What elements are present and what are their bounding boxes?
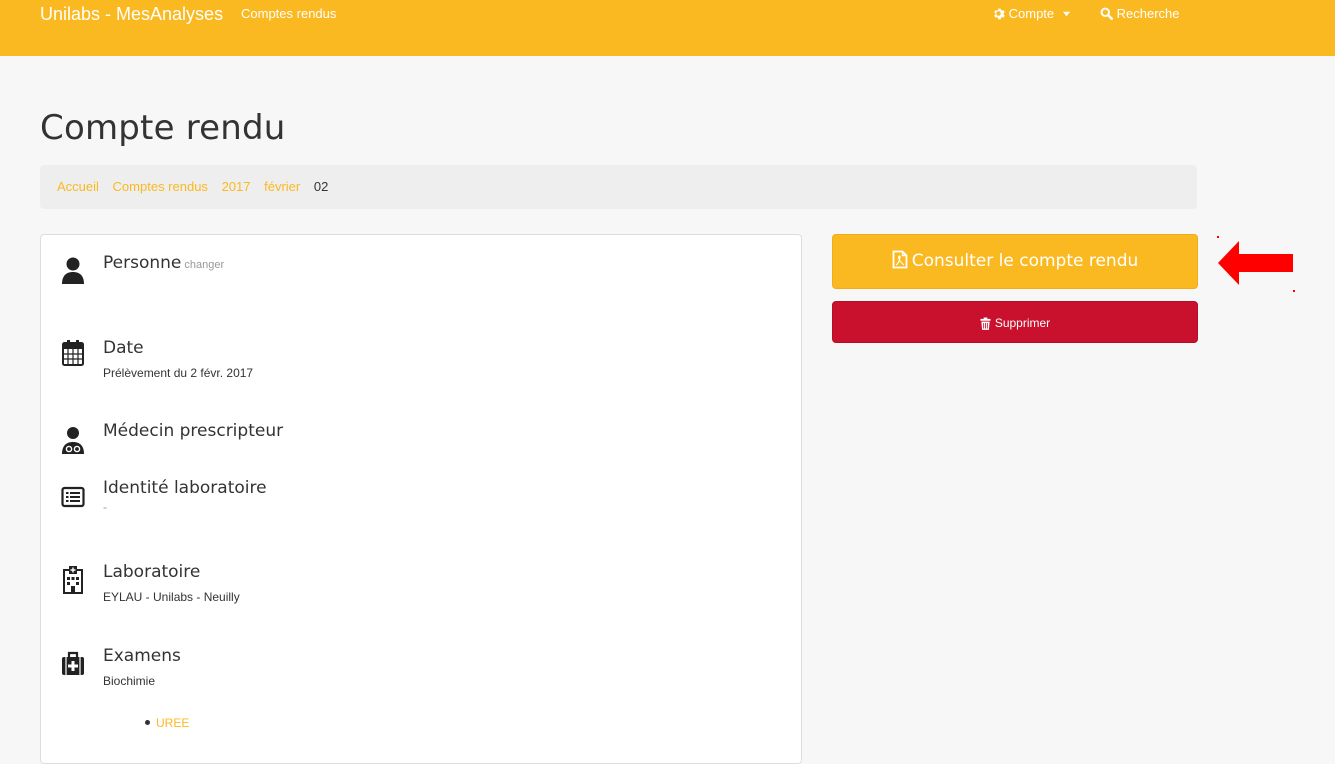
calendar-icon bbox=[62, 340, 84, 366]
exam-item[interactable]: UREE bbox=[145, 716, 189, 730]
bullet-dot bbox=[145, 720, 150, 725]
user-md-icon bbox=[62, 427, 84, 454]
section-title-personne: Personne changer bbox=[103, 253, 225, 273]
change-person-link[interactable]: changer bbox=[184, 259, 224, 271]
examens-category: Biochimie bbox=[103, 674, 156, 688]
section-title-examens: Examens bbox=[103, 646, 181, 666]
search-label: Recherche bbox=[1116, 6, 1180, 21]
laboratoire-value: EYLAU - Unilabs - Neuilly bbox=[103, 590, 240, 604]
list-alt-icon bbox=[61, 486, 85, 508]
delete-label: Supprimer bbox=[994, 316, 1051, 330]
section-title-date: Date bbox=[103, 338, 144, 358]
account-menu[interactable]: Compte bbox=[992, 6, 1071, 21]
breadcrumb-month[interactable]: février bbox=[264, 179, 300, 194]
date-value: Prélèvement du 2 févr. 2017 bbox=[103, 366, 254, 380]
navbar: Unilabs - MesAnalyses Comptes rendus Com… bbox=[0, 0, 1335, 56]
search-link[interactable]: Recherche bbox=[1100, 6, 1180, 21]
search-icon bbox=[1100, 7, 1113, 20]
identite-value: - bbox=[103, 500, 107, 514]
brand-link[interactable]: Unilabs - MesAnalyses bbox=[40, 4, 223, 25]
delete-button[interactable]: Supprimer bbox=[832, 301, 1198, 343]
user-icon bbox=[62, 257, 84, 284]
medkit-icon bbox=[62, 651, 84, 675]
page-title: Compte rendu bbox=[40, 108, 286, 148]
trash-icon bbox=[980, 317, 991, 330]
exam-item-label: UREE bbox=[156, 716, 190, 730]
breadcrumb-year[interactable]: 2017 bbox=[222, 179, 251, 194]
gear-icon bbox=[994, 8, 1005, 20]
consult-report-button[interactable]: Consulter le compte rendu bbox=[832, 234, 1198, 289]
red-arrow-annotation bbox=[1217, 236, 1295, 292]
hospital-icon bbox=[63, 566, 83, 594]
account-label: Compte bbox=[1008, 6, 1055, 21]
consult-report-label: Consulter le compte rendu bbox=[911, 251, 1139, 271]
breadcrumb-day: 02 bbox=[313, 179, 329, 194]
breadcrumb-comptes-rendus[interactable]: Comptes rendus bbox=[113, 179, 208, 194]
nav-link-comptes-rendus[interactable]: Comptes rendus bbox=[241, 6, 336, 21]
breadcrumb-accueil[interactable]: Accueil bbox=[57, 179, 99, 194]
pdf-file-icon bbox=[892, 250, 908, 269]
breadcrumb: Accueil Comptes rendus 2017 février 02 bbox=[40, 165, 1197, 209]
section-title-medecin: Médecin prescripteur bbox=[103, 421, 284, 441]
section-title-identite: Identité laboratoire bbox=[103, 478, 267, 498]
report-details-panel: Personne changer Date Prélèvement du 2 fé… bbox=[40, 234, 802, 764]
caret-down-icon bbox=[1062, 11, 1070, 17]
section-title-laboratoire: Laboratoire bbox=[103, 562, 201, 582]
